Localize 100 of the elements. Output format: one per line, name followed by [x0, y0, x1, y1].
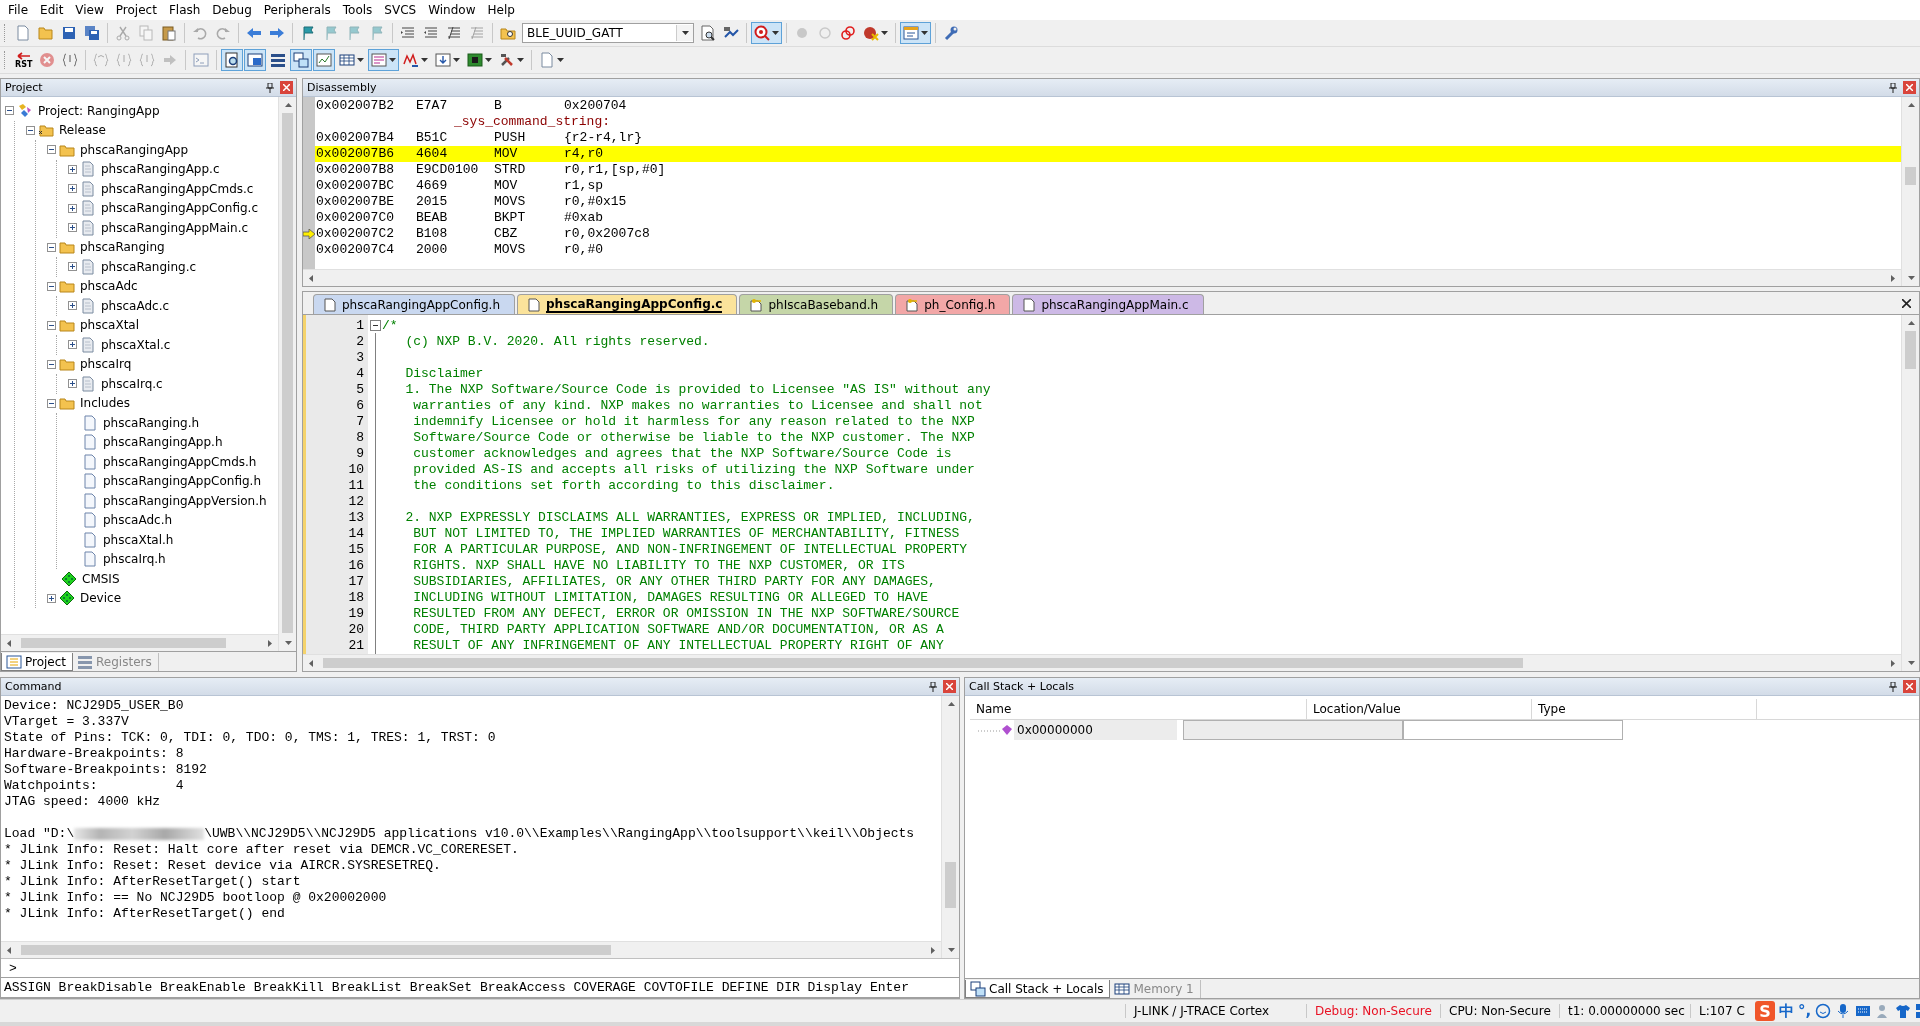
tree-item[interactable]: phscaRangingAppCmds.h — [101, 454, 259, 469]
code-line: provided AS-IS and accepts all risks of utilizing the NXP Software under — [412, 462, 976, 478]
menu-item[interactable]: Project — [109, 0, 163, 20]
output-line: * JLink Info: Reset: Reset device via AIRCR.SYSRESETREQ. — [4, 858, 441, 874]
tree-item[interactable]: phscaRangingAppConfig.c — [99, 201, 260, 216]
menu-item[interactable]: Flash — [162, 0, 207, 20]
editor-tab[interactable]: phscaRangingAppConfig.c — [517, 294, 738, 314]
menu-item[interactable]: File — [2, 0, 35, 20]
table-cell: 0x00000000 — [1014, 720, 1177, 740]
tree-item[interactable]: phscaRangingAppMain.c — [99, 220, 251, 235]
tree-item[interactable]: phscaXtal.h — [101, 532, 176, 547]
line-number: 9 — [355, 446, 365, 462]
status-text: J-LINK / J-TRACE Cortex — [1125, 1004, 1306, 1018]
tree-item[interactable]: phscaXtal.c — [99, 337, 173, 352]
tree-item[interactable]: phscaAdc — [78, 279, 140, 294]
code-line: RESULTED FROM ANY DEFECT, ERROR OR OMISSION IN THE NXP SOFTWARE/SOURCE — [412, 606, 961, 622]
tree-item[interactable]: phscaRangingApp.c — [99, 162, 222, 177]
code-line: 2. NXP EXPRESSLY DISCLAIMS ALL WARRANTIES, EXPRESS OR IMPLIED, INCLUDING, — [404, 510, 976, 526]
menu-item[interactable]: Peripherals — [257, 0, 337, 20]
code-line: customer acknowledges and agrees that the NXP Software/Source Code is — [412, 446, 953, 462]
line-number: 11 — [347, 478, 365, 494]
target-select[interactable]: BLE_UUID_GATT — [522, 23, 694, 43]
tree-item[interactable]: phscaIrq.c — [99, 376, 165, 391]
panel-tab[interactable]: Project — [1, 653, 74, 671]
tree-item[interactable]: phscaRangingAppConfig.h — [101, 474, 263, 489]
line-number: 8 — [355, 430, 365, 446]
line-number: 17 — [347, 574, 365, 590]
code-line: /* — [382, 318, 399, 334]
code-line: indemnify Licensee or hold it harmless for any reason related to the NXP — [412, 414, 976, 430]
panel-title: Call Stack + Locals — [969, 680, 1074, 693]
editor-tab[interactable]: phIscaBaseband.h — [739, 294, 894, 314]
menu-item[interactable]: Tools — [336, 0, 379, 20]
tree-item[interactable]: Device — [78, 591, 124, 606]
panel-title: Project — [5, 81, 43, 94]
output-line: * JLink Info: Reset: Halt core after reset via DEMCR.VC_CORERESET. — [4, 842, 519, 858]
column-header[interactable]: Location/Value — [1307, 699, 1532, 719]
menu-item[interactable]: View — [69, 0, 110, 20]
menu-item[interactable]: Debug — [206, 0, 258, 20]
disassembly-line: 0x002007BE 2015 MOVS r0,#0x15 — [315, 194, 628, 210]
command-prompt[interactable]: > — [9, 960, 17, 976]
line-number: 12 — [347, 494, 365, 510]
tree-item[interactable]: Project: RangingApp — [36, 103, 162, 118]
line-number: 19 — [347, 606, 365, 622]
panel-tab[interactable]: Call Stack + Locals — [965, 980, 1111, 998]
command-hints: ASSIGN BreakDisable BreakEnable BreakKill BreakList BreakSet BreakAccess COVERAGE COVTOFILE DEFINE DIR Display Enter — [1, 977, 959, 998]
tree-item[interactable]: phscaAdc.c — [99, 298, 172, 313]
output-line: * JLink Info: AfterResetTarget() end — [4, 906, 285, 922]
column-header[interactable]: Type — [1532, 699, 1757, 719]
disassembly-line: 0x002007C0 BEAB BKPT #0xab — [315, 210, 604, 226]
line-number: 2 — [355, 334, 365, 350]
disassembly-line: 0x002007C2 B108 CBZ r0,0x2007c8 — [315, 226, 651, 242]
ime-language[interactable]: 中 — [1779, 1001, 1794, 1021]
tree-item[interactable]: phscaIrq.h — [101, 552, 168, 567]
editor-tab[interactable]: ph_Config.h — [895, 294, 1011, 314]
code-line: FOR A PARTICULAR PURPOSE, AND NON-INFRINGEMENT OF INTELLECTUAL PROPERTY — [412, 542, 969, 558]
tree-item[interactable]: phscaIrq — [78, 357, 134, 372]
output-line: Device: NCJ29D5_USER_B0 — [4, 698, 184, 714]
menu-item[interactable]: Help — [481, 0, 521, 20]
line-number: 10 — [347, 462, 365, 478]
code-line: (c) NXP B.V. 2020. All rights reserved. — [404, 334, 711, 350]
panel-title: Command — [5, 680, 62, 693]
reset-button[interactable]: RST — [12, 49, 36, 71]
code-line: BUT NOT LIMITED TO, THE IMPLIED WARRANTIES OF MERCHANTABILITY, FITNESS — [412, 526, 961, 542]
line-number: 20 — [347, 622, 365, 638]
tree-item[interactable]: phscaRanging.h — [101, 415, 202, 430]
tree-item[interactable]: phscaRangingAppCmds.c — [99, 181, 256, 196]
tree-item[interactable]: phscaAdc.h — [101, 513, 175, 528]
menu-item[interactable]: Window — [422, 0, 482, 20]
line-number: 14 — [347, 526, 365, 542]
tree-item[interactable]: CMSIS — [80, 571, 122, 586]
line-number: 7 — [355, 414, 365, 430]
tree-item[interactable]: phscaRangingApp.h — [101, 435, 225, 450]
disassembly-line: 0x002007B8 E9CD0100 STRD r0,r1,[sp,#0] — [315, 162, 667, 178]
tree-item[interactable]: Release — [57, 123, 108, 138]
output-line: Load "D:\ — [4, 826, 75, 842]
code-line: RIGHTS. NXP SHALL HAVE NO LIABILITY TO THE NXP CUSTOMER, OR ITS — [412, 558, 906, 574]
disassembly-line: 0x002007B2 E7A7 B 0x200704 — [315, 98, 628, 114]
tree-item[interactable]: phscaRangingApp — [78, 142, 191, 157]
disassembly-line: 0x002007C4 2000 MOVS r0,#0 — [315, 242, 604, 258]
ime-punctuation[interactable]: °, — [1798, 1002, 1812, 1020]
menu-item[interactable]: SVCS — [378, 0, 423, 20]
code-line: CODE, THIRD PARTY APPLICATION SOFTWARE AND/OR DOCUMENTATION, OR AS A — [412, 622, 945, 638]
status-text: Debug: Non-Secure — [1306, 1004, 1440, 1018]
output-line: * JLink Info: == No NCJ29D5 bootloop @ 0x20002000 — [4, 890, 387, 906]
tree-item[interactable]: phscaRanging — [78, 240, 167, 255]
line-number: 5 — [355, 382, 365, 398]
tree-item[interactable]: phscaRangingAppVersion.h — [101, 493, 269, 508]
panel-title: Disassembly — [307, 81, 377, 94]
tree-item[interactable]: Includes — [78, 396, 132, 411]
status-text: t1: 0.00000000 sec — [1559, 1004, 1690, 1018]
tree-item[interactable]: phscaRanging.c — [99, 259, 199, 274]
code-line: INCLUDING WITHOUT LIMITATION, DAMAGES RESULTING OR ALLEGED TO HAVE — [412, 590, 930, 606]
code-line: 1. The NXP Software/Source Code is provided to Licensee "AS IS" without any — [404, 382, 992, 398]
editor-tab[interactable]: phscaRangingAppMain.c — [1012, 294, 1204, 314]
menu-item[interactable]: Edit — [34, 0, 70, 20]
line-number: 1 — [355, 318, 365, 334]
tree-item[interactable]: phscaXtal — [78, 318, 142, 333]
column-header[interactable]: Name — [970, 699, 1307, 719]
editor-tab[interactable]: phscaRangingAppConfig.h — [313, 294, 515, 314]
line-number: 21 — [347, 638, 365, 654]
